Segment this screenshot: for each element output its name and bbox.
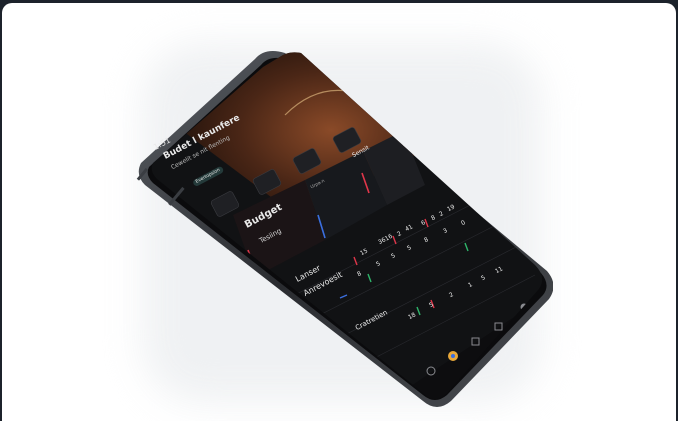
screenshot-frame: 1:51 Budet l kaunfere Cewelit se nit fle… — [2, 3, 676, 421]
smartphone — [136, 51, 553, 407]
